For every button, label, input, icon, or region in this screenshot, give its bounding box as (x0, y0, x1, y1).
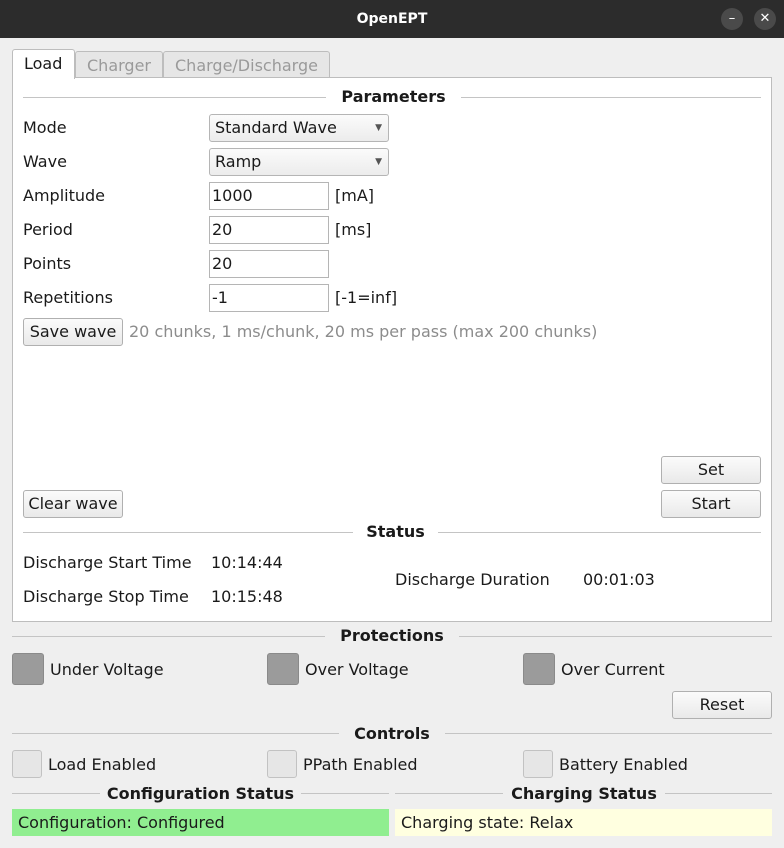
ppath-enabled-checkbox[interactable] (267, 750, 297, 778)
divider (23, 97, 326, 98)
points-label: Points (23, 254, 72, 273)
period-label: Period (23, 220, 73, 239)
reset-button[interactable]: Reset (672, 691, 772, 719)
under-voltage-indicator (12, 653, 44, 685)
chevron-down-icon: ▼ (375, 123, 382, 133)
close-icon[interactable]: ✕ (754, 8, 776, 30)
load-enabled-label: Load Enabled (48, 755, 157, 774)
charging-status-title: Charging Status (511, 784, 657, 803)
title-bar: OpenEPT – ✕ (0, 0, 784, 38)
repetitions-label: Repetitions (23, 288, 113, 307)
tab-load[interactable]: Load (12, 49, 75, 79)
discharge-start-time-value: 10:14:44 (211, 553, 283, 572)
load-tab-panel: Parameters Mode Standard Wave ▼ Wave Ram… (12, 77, 772, 622)
points-field[interactable]: 20 (209, 250, 329, 278)
charging-status-box: Charging state: Relax (395, 809, 772, 836)
tab-charger[interactable]: Charger (75, 51, 163, 79)
divider (665, 793, 772, 794)
wave-select[interactable]: Ramp ▼ (209, 148, 389, 176)
divider (301, 793, 389, 794)
divider (12, 636, 325, 637)
divider (445, 733, 772, 734)
period-unit: [ms] (335, 220, 372, 239)
main-window: Load Charger Charge/Discharge Parameters… (0, 38, 784, 848)
wave-select-value: Ramp (215, 152, 262, 171)
battery-enabled-checkbox[interactable] (523, 750, 553, 778)
divider (438, 532, 761, 533)
under-voltage-label: Under Voltage (50, 660, 164, 679)
ppath-enabled-label: PPath Enabled (303, 755, 418, 774)
divider (459, 636, 772, 637)
status-title: Status (366, 522, 425, 541)
window-title: OpenEPT (356, 11, 428, 27)
amplitude-label: Amplitude (23, 186, 105, 205)
divider (12, 793, 100, 794)
amplitude-field[interactable]: 1000 (209, 182, 329, 210)
discharge-start-time-label: Discharge Start Time (23, 553, 192, 572)
divider (395, 793, 503, 794)
load-enabled-checkbox[interactable] (12, 750, 42, 778)
divider (461, 97, 761, 98)
start-button[interactable]: Start (661, 490, 761, 518)
chevron-down-icon: ▼ (375, 157, 382, 167)
wave-info-text: 20 chunks, 1 ms/chunk, 20 ms per pass (m… (129, 322, 598, 341)
divider (23, 532, 353, 533)
parameters-title: Parameters (341, 87, 446, 106)
save-wave-button[interactable]: Save wave (23, 318, 123, 346)
configuration-status-title: Configuration Status (106, 784, 295, 803)
mode-select-value: Standard Wave (215, 118, 337, 137)
over-voltage-label: Over Voltage (305, 660, 409, 679)
mode-select[interactable]: Standard Wave ▼ (209, 114, 389, 142)
repetitions-field[interactable]: -1 (209, 284, 329, 312)
amplitude-unit: [mA] (335, 186, 375, 205)
minimize-icon[interactable]: – (721, 8, 743, 30)
set-button[interactable]: Set (661, 456, 761, 484)
discharge-duration-value: 00:01:03 (583, 570, 655, 589)
tab-charge-discharge[interactable]: Charge/Discharge (163, 51, 330, 79)
period-field[interactable]: 20 (209, 216, 329, 244)
repetitions-unit: [-1=inf] (335, 288, 398, 307)
over-current-label: Over Current (561, 660, 665, 679)
discharge-stop-time-label: Discharge Stop Time (23, 587, 189, 606)
battery-enabled-label: Battery Enabled (559, 755, 688, 774)
over-current-indicator (523, 653, 555, 685)
discharge-duration-label: Discharge Duration (395, 570, 550, 589)
wave-label: Wave (23, 152, 67, 171)
over-voltage-indicator (267, 653, 299, 685)
protections-title: Protections (340, 626, 444, 645)
configuration-status-box: Configuration: Configured (12, 809, 389, 836)
mode-label: Mode (23, 118, 67, 137)
divider (12, 733, 339, 734)
clear-wave-button[interactable]: Clear wave (23, 490, 123, 518)
discharge-stop-time-value: 10:15:48 (211, 587, 283, 606)
controls-title: Controls (354, 724, 430, 743)
